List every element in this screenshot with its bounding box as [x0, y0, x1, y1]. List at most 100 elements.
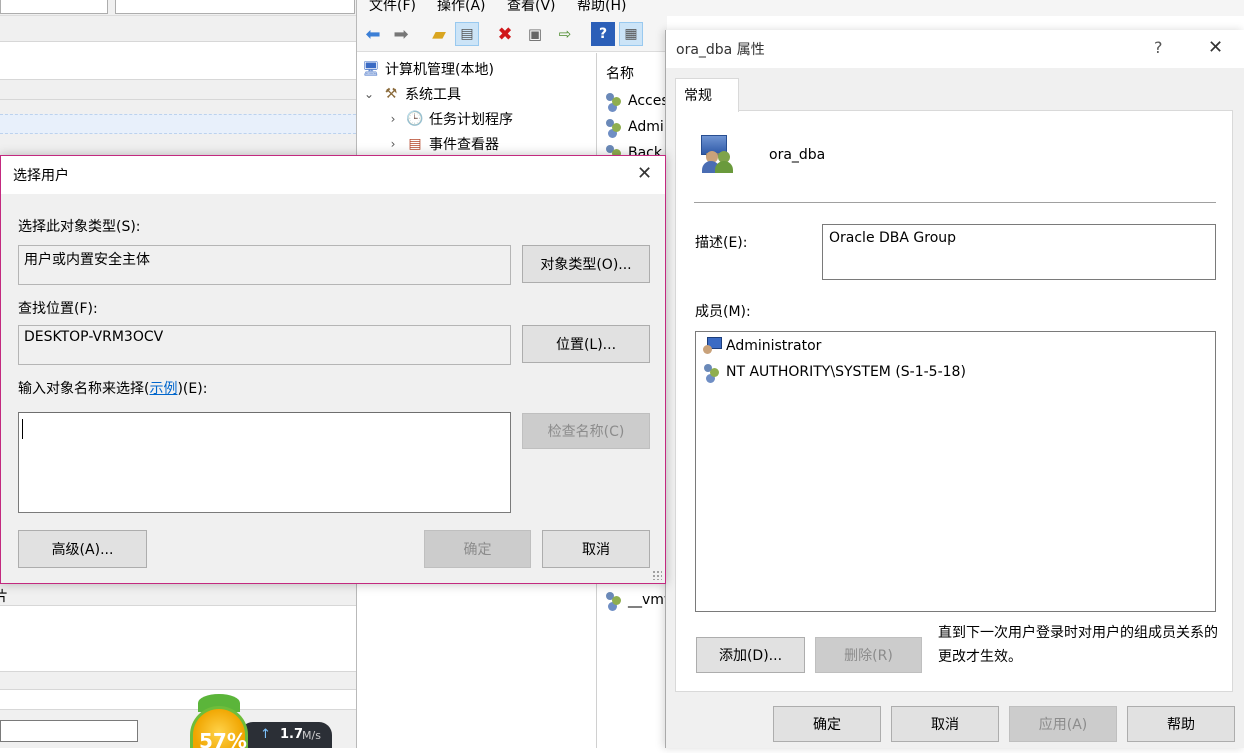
ok-button[interactable]: 确定 — [773, 706, 881, 742]
tree-item-label: 任务计划程序 — [429, 112, 513, 128]
list-item[interactable]: Administrator — [702, 334, 821, 358]
enter-names-label: 输入对象名称来选择(示例)(E): — [18, 378, 207, 398]
check-names-button[interactable]: 检查名称(C) — [522, 413, 650, 449]
locations-button[interactable]: 位置(L)... — [522, 325, 650, 363]
dialog-title: 选择用户 — [13, 168, 69, 184]
chevron-down-icon[interactable]: ⌄ — [361, 87, 377, 101]
general-tab-panel: ora_dba 描述(E): Oracle DBA Group 成员(M): A… — [675, 110, 1233, 692]
cancel-button[interactable]: 取消 — [542, 530, 650, 568]
description-field[interactable]: Oracle DBA Group — [822, 224, 1216, 280]
members-list[interactable]: Administrator NT AUTHORITY\SYSTEM (S-1-5… — [695, 331, 1216, 612]
properties-icon[interactable]: ▣ — [523, 22, 547, 46]
action-pane-icon[interactable]: ▦ — [619, 22, 643, 46]
menu-file[interactable]: 文件(F) — [369, 0, 416, 15]
object-types-button[interactable]: 对象类型(O)... — [522, 245, 650, 283]
member-name: NT AUTHORITY\SYSTEM (S-1-5-18) — [726, 364, 966, 380]
background-tab — [0, 0, 108, 14]
background-top-strip — [0, 0, 356, 16]
speed-value: 1.7 — [280, 727, 304, 742]
ok-button[interactable]: 确定 — [424, 530, 531, 568]
help-icon[interactable]: ? — [591, 22, 615, 46]
group-icon — [604, 590, 624, 610]
membership-note: 直到下一次用户登录时对用户的组成员关系的更改才生效。 — [938, 625, 1218, 665]
help-button[interactable]: 帮助 — [1127, 706, 1235, 742]
group-properties-dialog: ora_dba 属性 ? ✕ 常规 ora_dba 描述(E): Oracle … — [665, 30, 1244, 748]
background-input[interactable] — [0, 720, 138, 742]
resize-grip-icon[interactable] — [652, 570, 662, 580]
background-selected-row — [0, 114, 356, 134]
help-question-icon[interactable]: ? — [1154, 38, 1163, 57]
back-arrow-icon[interactable]: ⬅ — [361, 22, 385, 46]
apply-button[interactable]: 应用(A) — [1009, 706, 1117, 742]
advanced-button[interactable]: 高级(A)... — [18, 530, 147, 568]
tree-item-computer-management[interactable]: 🖥 计算机管理(本地) — [361, 57, 494, 81]
list-item[interactable]: NT AUTHORITY\SYSTEM (S-1-5-18) — [702, 360, 966, 384]
group-icon — [702, 362, 722, 382]
chevron-right-icon[interactable]: › — [385, 137, 401, 151]
group-icon — [604, 117, 624, 137]
background-strip — [0, 42, 356, 80]
tree-item-task-scheduler[interactable]: › 🕒 任务计划程序 — [385, 107, 513, 131]
object-names-input[interactable] — [18, 412, 511, 513]
user-icon — [702, 337, 722, 355]
tab-general[interactable]: 常规 — [675, 78, 739, 112]
members-label: 成员(M): — [695, 304, 751, 320]
examples-link[interactable]: 示例 — [149, 381, 177, 397]
background-fragment-text: 片 — [0, 589, 8, 605]
list-item[interactable]: Admi — [604, 115, 664, 139]
group-icon — [698, 133, 738, 173]
list-item[interactable]: Acces — [604, 89, 669, 113]
speed-unit: M/s — [302, 729, 321, 742]
dialog-titlebar: ora_dba 属性 ? ✕ — [666, 30, 1244, 68]
divider — [694, 202, 1216, 203]
dialog-titlebar: 选择用户 ✕ — [1, 156, 665, 194]
object-type-label: 选择此对象类型(S): — [18, 219, 141, 235]
show-hide-tree-icon[interactable]: ▤ — [455, 22, 479, 46]
column-header-name[interactable]: 名称 — [606, 63, 634, 83]
select-users-dialog: 选择用户 ✕ 选择此对象类型(S): 用户或内置安全主体 对象类型(O)... … — [0, 155, 666, 584]
chevron-right-icon[interactable]: › — [385, 112, 401, 126]
close-icon[interactable]: ✕ — [637, 165, 652, 183]
enter-names-label-text: )(E): — [177, 381, 208, 397]
remove-button[interactable]: 删除(R) — [815, 637, 922, 673]
event-viewer-icon: ▤ — [408, 136, 422, 152]
background-strip — [0, 672, 356, 690]
close-icon[interactable]: ✕ — [1208, 39, 1223, 57]
mmc-menubar: 文件(F) 操作(A) 查看(V) 帮助(H) — [357, 0, 1244, 16]
delete-icon[interactable]: ✖ — [493, 22, 517, 46]
background-tab — [115, 0, 355, 14]
location-label: 查找位置(F): — [18, 301, 98, 317]
add-button[interactable]: 添加(D)... — [696, 637, 805, 673]
up-folder-icon[interactable]: ▰ — [427, 22, 451, 46]
object-type-field: 用户或内置安全主体 — [18, 245, 511, 285]
mmc-toolbar: ⬅ ➡ ▰ ▤ ✖ ▣ ⇨ ? ▦ — [357, 16, 667, 52]
system-tools-icon: ⚒ — [384, 86, 398, 102]
background-strip: 片 — [0, 584, 356, 606]
clock-icon: 🕒 — [406, 111, 424, 127]
upload-arrow-icon: ↑ — [260, 727, 271, 742]
background-strip — [0, 606, 356, 672]
menu-action[interactable]: 操作(A) — [437, 0, 486, 15]
dialog-title: ora_dba 属性 — [676, 42, 765, 58]
tree-item-event-viewer[interactable]: › ▤ 事件查看器 — [385, 132, 499, 156]
group-icon — [604, 91, 624, 111]
tree-item-label: 系统工具 — [405, 87, 461, 103]
computer-management-icon: 🖥 — [362, 61, 380, 77]
list-item-label: Acces — [628, 93, 669, 109]
tree-item-label: 事件查看器 — [429, 137, 499, 153]
background-strip — [0, 16, 356, 42]
network-speed-widget[interactable]: ↑ 1.7 M/s — [240, 722, 332, 748]
description-label: 描述(E): — [695, 235, 748, 251]
location-field: DESKTOP-VRM3OCV — [18, 325, 511, 365]
text-caret — [22, 419, 23, 439]
forward-arrow-icon[interactable]: ➡ — [389, 22, 413, 46]
member-name: Administrator — [726, 338, 822, 354]
background-strip — [0, 80, 356, 100]
memory-percent: 57% — [199, 729, 247, 753]
menu-help[interactable]: 帮助(H) — [577, 0, 626, 15]
export-icon[interactable]: ⇨ — [553, 22, 577, 46]
cancel-button[interactable]: 取消 — [891, 706, 999, 742]
group-name: ora_dba — [769, 147, 826, 163]
menu-view[interactable]: 查看(V) — [507, 0, 556, 15]
tree-item-system-tools[interactable]: ⌄ ⚒ 系统工具 — [361, 82, 461, 106]
